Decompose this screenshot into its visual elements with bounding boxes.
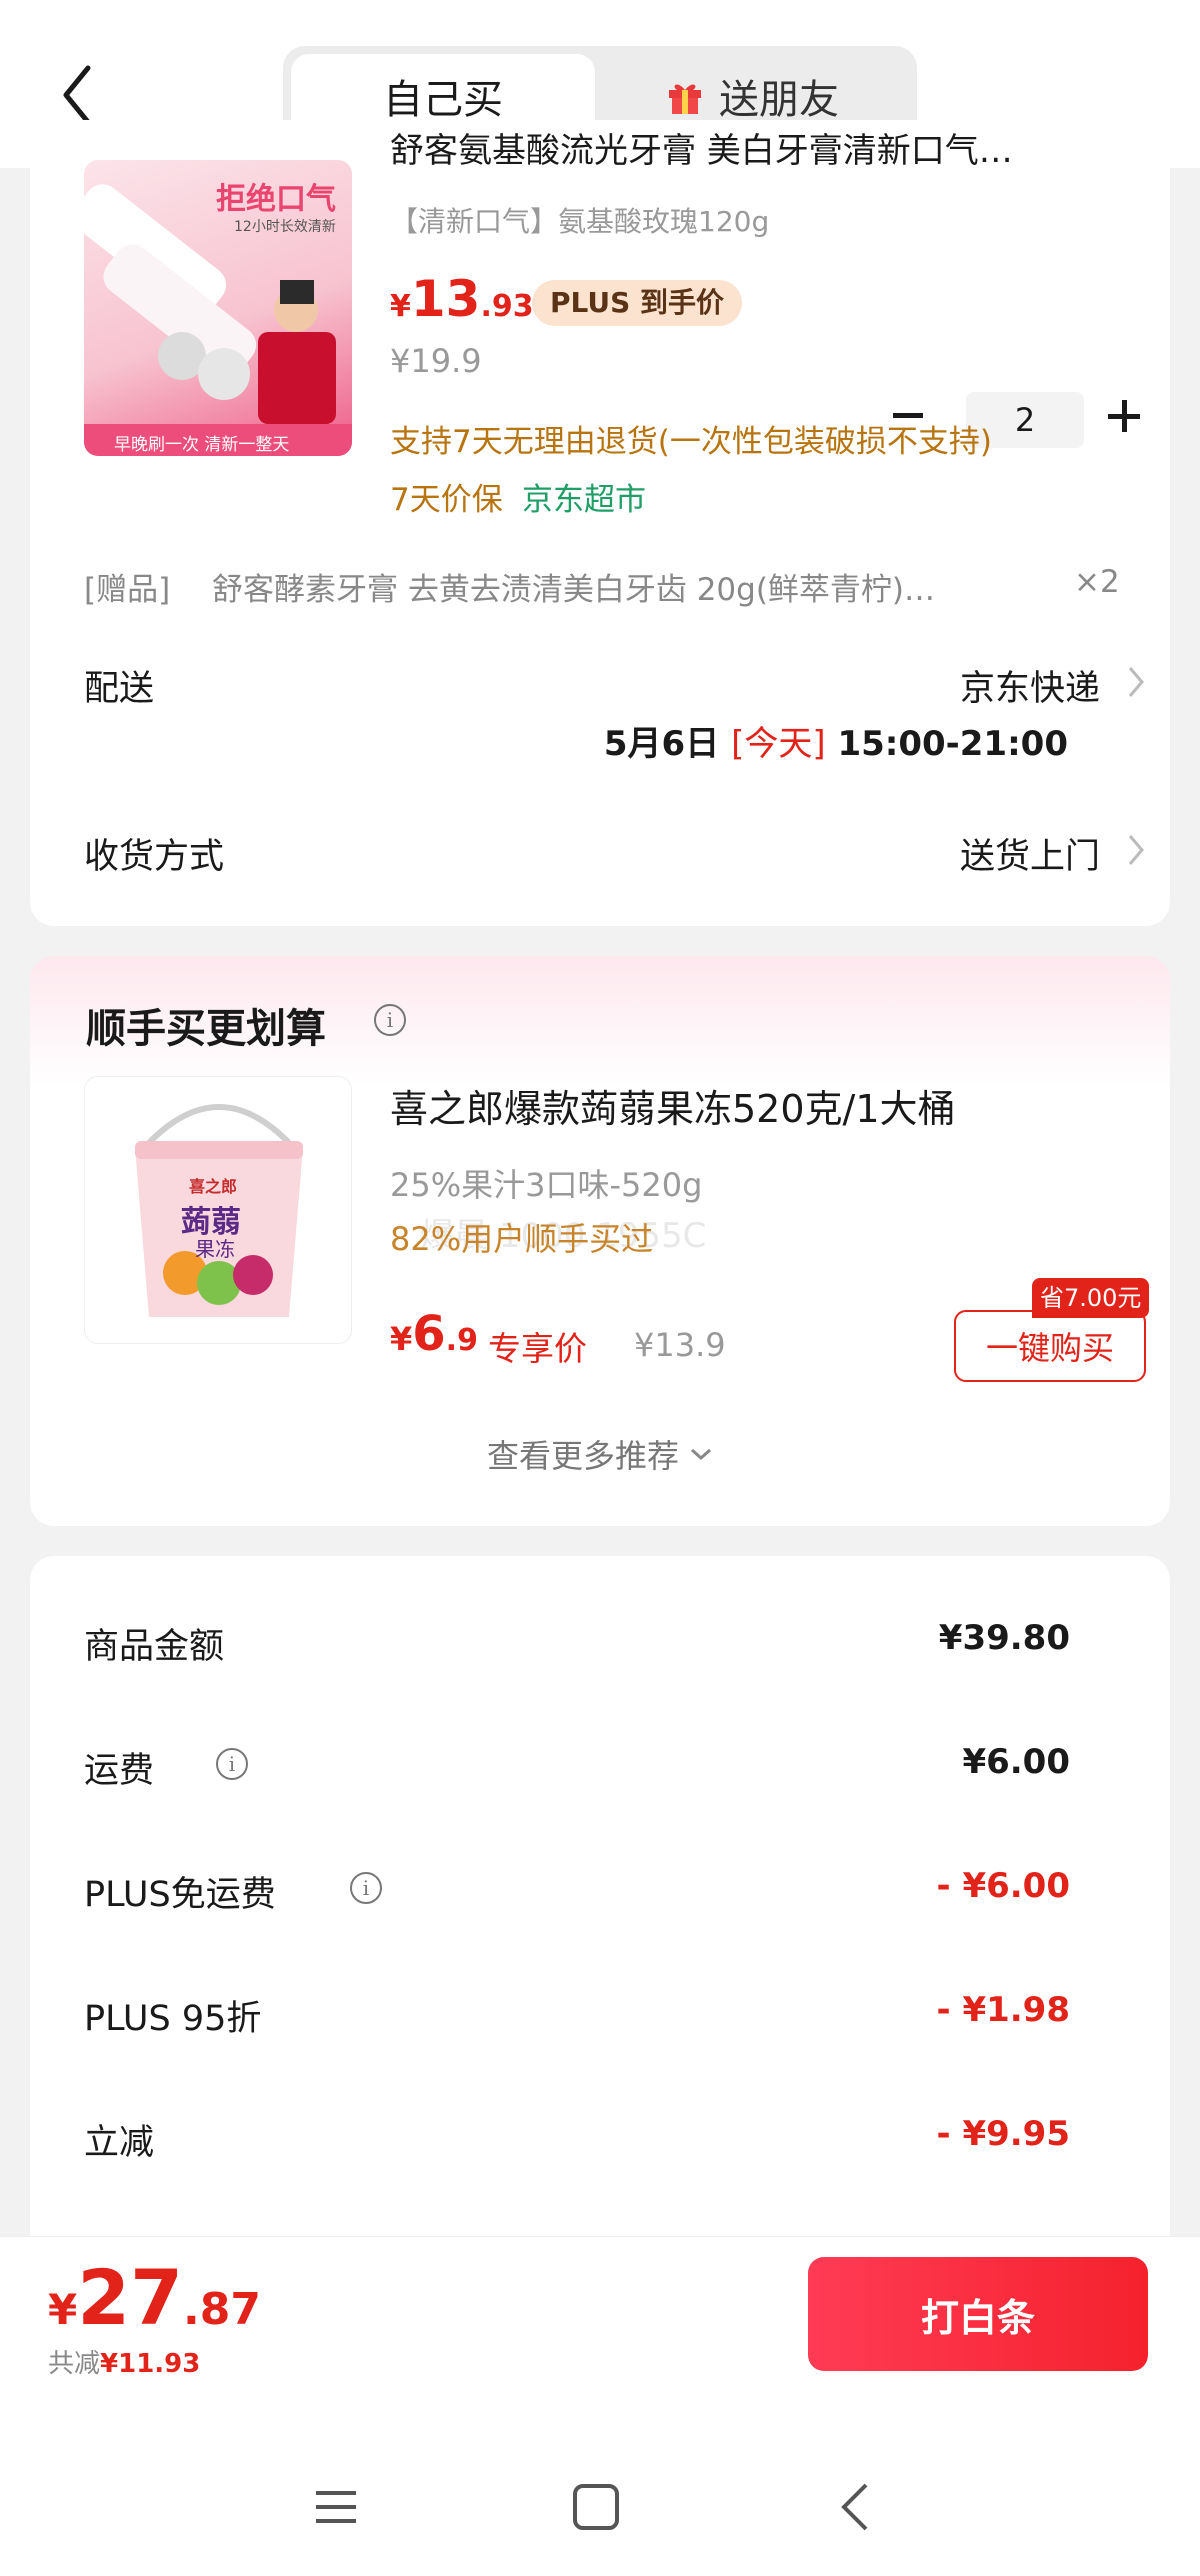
tab-gift-label: 送朋友 [719, 77, 839, 123]
order-item-card: 拒绝口气 12小时长效清新 早晚刷一次 清新一整天 舒客氨基酸流光牙膏 美白牙膏… [30, 120, 1170, 926]
delivery-time: 5月6日 [今天] 15:00-21:00 [604, 716, 1068, 765]
delivery-date: 5月6日 [603, 724, 720, 764]
summary-label-plus-discount: PLUS 95折 [84, 1999, 262, 2039]
price-decimal: .93 [480, 289, 534, 324]
one-click-buy-button[interactable]: 一键购买 [954, 1310, 1146, 1382]
recommend-product-image[interactable]: 喜之郎 蒟蒻 果冻 [84, 1076, 352, 1344]
recommend-item-social: 82%用户顺手买过 [390, 1220, 654, 1258]
original-price: ¥19.9 [390, 342, 482, 380]
recommend-original-price: ¥13.9 [634, 1326, 726, 1364]
delivery-row[interactable]: 京东快递 [630, 650, 1150, 710]
checkout-bar: ¥27.87 共减¥11.93 打白条 [0, 2236, 1200, 2576]
plus-price-tag: PLUS 到手价 [532, 280, 743, 326]
price-integer: 13 [410, 270, 481, 328]
chevron-right-icon [1128, 667, 1144, 697]
summary-value-shipping: ¥6.00 [962, 1742, 1070, 1782]
delivery-carrier: 京东快递 [959, 669, 1100, 709]
product-image-bottom: 早晚刷一次 清新一整天 [114, 435, 290, 455]
home-square-icon [573, 2484, 619, 2530]
summary-label-plus-free-shipping: PLUS免运费 [84, 1875, 276, 1915]
chevron-right-icon [1128, 835, 1144, 865]
pay-with-baitiao-button[interactable]: 打白条 [808, 2257, 1148, 2371]
product-image-headline: 拒绝口气 [216, 182, 336, 217]
summary-label-goods: 商品金额 [84, 1627, 225, 1667]
gift-name[interactable]: 舒客酵素牙膏 去黄去渍清美白牙齿 20g(鲜萃青柠)… [212, 564, 1062, 609]
total-integer: 27 [77, 2253, 183, 2342]
plus-icon [1108, 400, 1140, 432]
system-nav-bar [0, 2437, 1200, 2576]
price-symbol: ¥ [390, 289, 411, 324]
see-more-recommendations[interactable]: 查看更多推荐 [430, 1426, 770, 1482]
gift-count: ×2 [1074, 564, 1120, 600]
menu-icon [316, 2491, 356, 2523]
product-image-sub: 12小时长效清新 [234, 219, 336, 235]
jelly-name-2: 果冻 [195, 1237, 235, 1261]
total-symbol: ¥ [48, 2285, 78, 2334]
product-title[interactable]: 舒客氨基酸流光牙膏 美白牙膏清新口气… [390, 130, 1130, 172]
saved-value: ¥11.93 [100, 2349, 201, 2379]
summary-value-goods: ¥39.80 [938, 1618, 1070, 1658]
product-spec[interactable]: 【清新口气】氨基酸玫瑰120g [390, 200, 769, 240]
system-back-button[interactable] [826, 2477, 886, 2537]
see-more-label: 查看更多推荐 [486, 1437, 679, 1475]
receive-method-row[interactable]: 送货上门 [630, 818, 1150, 878]
saved-label: 共减 [48, 2349, 101, 2379]
total-decimal: .87 [183, 2284, 261, 2335]
store-name[interactable]: 京东超市 [522, 474, 646, 519]
recommend-item-title[interactable]: 喜之郎爆款蒟蒻果冻520克/1大桶 [390, 1078, 956, 1133]
info-icon[interactable]: i [216, 1748, 248, 1780]
return-policy: 支持7天无理由退货(一次性包装破损不支持) [390, 424, 992, 460]
jelly-brand: 喜之郎 [189, 1177, 238, 1196]
receive-value: 送货上门 [959, 837, 1100, 877]
receive-label: 收货方式 [84, 837, 225, 877]
quantity-increase-button[interactable] [1094, 386, 1154, 446]
exclusive-price-label: 专享价 [488, 1329, 587, 1368]
total-saved: 共减¥11.93 [48, 2343, 200, 2380]
gift-tag: [赠品] [84, 572, 171, 608]
price-summary-card: 商品金额 ¥39.80 运费 i ¥6.00 PLUS免运费 i - ¥6.00… [30, 1556, 1170, 2256]
summary-label-shipping: 运费 [84, 1751, 155, 1791]
chevron-down-icon [691, 1448, 711, 1461]
price-protect: 7天价保 [390, 482, 503, 518]
recommend-card: 顺手买更划算 i 喜之郎 蒟蒻 果冻 喜之郎爆款蒟蒻果冻520克/1大桶 25%… [30, 956, 1170, 1526]
summary-label-instant-discount: 立减 [84, 2123, 155, 2163]
delivery-window: 15:00-21:00 [837, 724, 1068, 764]
back-icon [841, 2483, 868, 2531]
total-price: ¥27.87 [48, 2253, 261, 2342]
price-integer: 6 [412, 1306, 446, 1362]
summary-value-instant-discount: - ¥9.95 [936, 2114, 1071, 2154]
gift-icon [669, 84, 701, 114]
summary-value-plus-free-shipping: - ¥6.00 [936, 1866, 1071, 1906]
product-image[interactable]: 拒绝口气 12小时长效清新 早晚刷一次 清新一整天 [84, 160, 352, 456]
summary-value-plus-discount: - ¥1.98 [936, 1990, 1071, 2030]
recent-apps-button[interactable] [306, 2477, 366, 2537]
product-price: ¥13.93 [390, 270, 534, 328]
recommend-item-spec: 25%果汁3口味-520g [390, 1166, 703, 1204]
price-decimal: .9 [445, 1323, 478, 1358]
delivery-today: [今天] [731, 724, 826, 764]
save-amount-tag: 省7.00元 [1032, 1278, 1150, 1318]
info-icon[interactable]: i [374, 1004, 406, 1036]
recommend-price: ¥6.9 [390, 1306, 478, 1362]
price-symbol: ¥ [390, 1320, 413, 1358]
home-button[interactable] [566, 2477, 626, 2537]
info-icon[interactable]: i [350, 1872, 382, 1904]
delivery-label: 配送 [84, 669, 155, 709]
recommend-title: 顺手买更划算 [86, 1006, 326, 1052]
